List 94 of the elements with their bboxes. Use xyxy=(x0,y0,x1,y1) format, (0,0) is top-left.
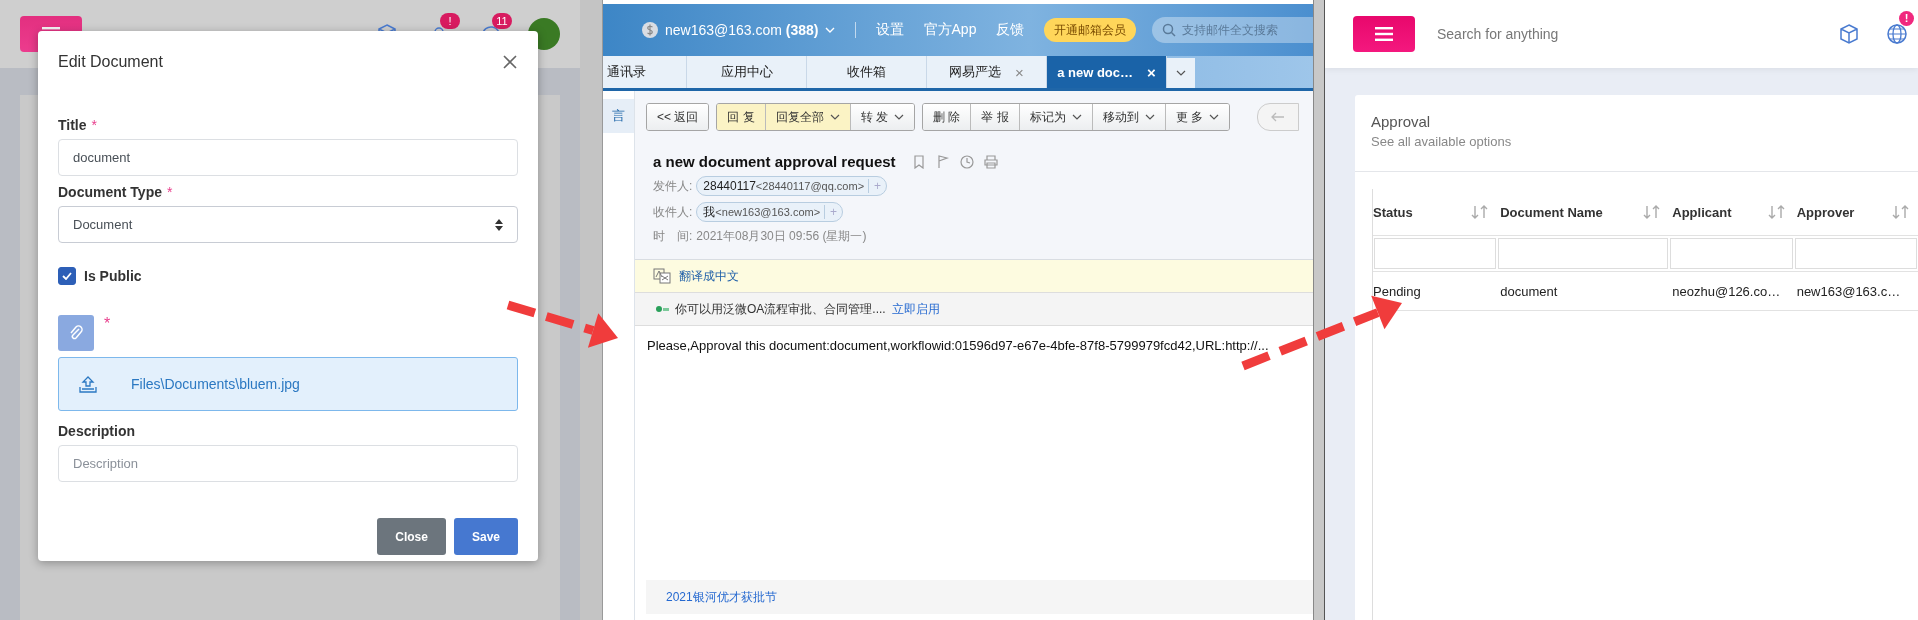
sort-icon xyxy=(1643,205,1662,219)
checkbox[interactable] xyxy=(58,267,76,285)
filter-field[interactable] xyxy=(1498,238,1669,269)
table-cell-text: document xyxy=(1499,282,1559,301)
toolbar-button[interactable]: 移动到 xyxy=(1092,104,1166,130)
sort-icon xyxy=(1892,205,1910,219)
field-label: Document Type xyxy=(58,184,162,200)
close-icon[interactable] xyxy=(502,54,518,70)
tab[interactable]: 网易严选 × xyxy=(927,56,1047,88)
translate-link[interactable]: 翻译成中文 xyxy=(679,267,739,285)
column-header[interactable]: Status xyxy=(1373,189,1498,235)
card-title: Approval xyxy=(1371,113,1432,130)
input-field[interactable]: Description xyxy=(58,445,518,482)
sort-icon xyxy=(1471,205,1490,219)
notification-badge: 11 xyxy=(492,13,512,29)
vip-button[interactable]: 开通邮箱会员 xyxy=(1044,18,1137,42)
toolbar-button[interactable]: 举 报 xyxy=(971,104,1020,130)
required-mark: * xyxy=(167,184,173,200)
cube-icon[interactable] xyxy=(1838,23,1860,45)
tab-menu-button[interactable] xyxy=(1167,58,1195,88)
search-icon xyxy=(1162,23,1177,37)
file-item[interactable]: Files\Documents\bluem.jpg xyxy=(58,357,518,411)
toolbar-button[interactable]: 转 发 xyxy=(850,104,915,130)
chevron-down-icon xyxy=(1209,113,1220,121)
tab[interactable]: a new doc… × xyxy=(1047,56,1167,88)
clock-icon[interactable] xyxy=(959,154,974,169)
contact-chip[interactable]: 28440117<28440117@qq.com> + xyxy=(696,176,888,196)
toolbar-button[interactable]: 回 复 xyxy=(717,104,766,130)
dialog-title: Edit Document xyxy=(58,53,163,71)
column-header[interactable]: Applicant xyxy=(1669,189,1794,235)
tab[interactable]: 通讯录 xyxy=(603,56,687,88)
table-cell-text: neozhu@126.co… xyxy=(1671,282,1782,301)
field-label: Description xyxy=(58,423,135,439)
sort-icon xyxy=(1767,205,1786,219)
meta-label: 发件人: xyxy=(653,177,693,195)
flag-icon[interactable] xyxy=(935,154,950,169)
tab[interactable]: 应用中心 xyxy=(687,56,807,88)
toolbar-button[interactable]: << 返回 xyxy=(647,104,709,130)
sort-caret-icon xyxy=(495,218,503,231)
save-button[interactable]: Save xyxy=(453,518,518,555)
chevron-down-icon xyxy=(1144,113,1155,121)
filter-field[interactable] xyxy=(1374,238,1497,269)
contact-chip[interactable]: 我<new163@163.com> + xyxy=(696,202,844,222)
upload-icon xyxy=(79,375,97,393)
arrow-left-icon xyxy=(1271,112,1286,122)
footer-link[interactable]: 2021银河优才获批节 xyxy=(666,588,777,606)
bookmark-icon[interactable] xyxy=(911,154,926,169)
tab[interactable]: 收件箱 xyxy=(807,56,927,88)
chevron-down-icon xyxy=(1071,113,1082,121)
input-field[interactable]: document xyxy=(58,139,518,176)
required-mark: * xyxy=(91,117,97,133)
menu-button[interactable] xyxy=(1353,16,1415,52)
filter-field[interactable] xyxy=(1794,238,1917,269)
required-mark: * xyxy=(104,315,111,333)
filter-field[interactable] xyxy=(1670,238,1793,269)
select-field[interactable]: Document xyxy=(58,206,518,243)
paperclip-icon xyxy=(69,325,83,341)
checkbox-label: Is Public xyxy=(84,268,142,284)
email-body: Please,Approval this document:document,workflowid:01596d97-e67e-4bfe-87f8-5799979fcd42,URL:http://... xyxy=(647,338,1270,353)
chevron-down-icon xyxy=(829,113,840,121)
email-subject: a new document approval request xyxy=(653,153,896,170)
chevron-down-icon[interactable] xyxy=(824,26,835,34)
attach-button[interactable] xyxy=(58,315,94,351)
translate-icon xyxy=(653,268,671,284)
card-subtitle: See all available options xyxy=(1371,134,1513,149)
tab-close[interactable]: × xyxy=(1147,63,1156,81)
column-header[interactable]: Approver xyxy=(1793,189,1918,235)
field-label: Title xyxy=(58,117,87,133)
notification-badge: ! xyxy=(440,13,460,29)
column-header[interactable]: Document Name xyxy=(1497,189,1670,235)
previous-button[interactable] xyxy=(1257,103,1300,131)
enable-link[interactable]: 立即启用 xyxy=(891,300,940,318)
app-logo-icon xyxy=(655,304,669,314)
toolbar-button[interactable]: 删 除 xyxy=(923,104,972,130)
table-cell-text: Pending xyxy=(1373,282,1422,301)
printer-icon[interactable] xyxy=(983,154,998,169)
search-field[interactable]: Search for anything xyxy=(1437,26,1559,42)
sidebar-item[interactable]: 言 xyxy=(603,99,634,133)
chevron-down-icon xyxy=(1176,69,1186,77)
promo-text: 你可以用泛微OA流程审批、合同管理.... xyxy=(675,300,886,318)
meta-label: 收件人: xyxy=(653,203,693,221)
meta-value: 2021年08月30日 09:56 (星期一) xyxy=(696,228,867,245)
toolbar-button[interactable]: 更 多 xyxy=(1165,104,1230,130)
menu-icon xyxy=(1375,26,1393,42)
table-cell-text: new163@163.c… xyxy=(1795,282,1902,301)
notification-badge: ! xyxy=(1899,11,1914,26)
meta-label: 时 间: xyxy=(653,228,693,245)
toolbar-button[interactable]: 标记为 xyxy=(1019,104,1093,130)
chevron-down-icon xyxy=(894,113,905,121)
close-button[interactable]: Close xyxy=(377,518,446,555)
coin-icon xyxy=(641,21,659,39)
toolbar-button[interactable]: 回复全部 xyxy=(765,104,851,130)
globe-icon[interactable] xyxy=(1886,23,1908,45)
check-icon xyxy=(62,272,72,280)
